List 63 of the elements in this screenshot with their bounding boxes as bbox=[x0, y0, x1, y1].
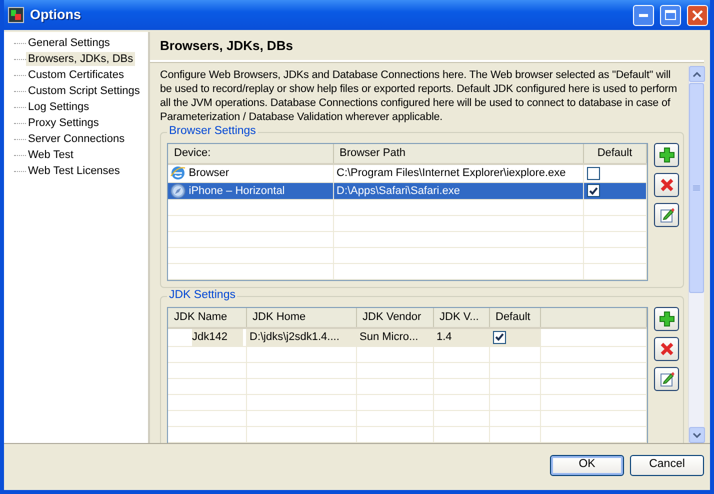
table-cell: D:\Apps\Safari\Safari.exe bbox=[333, 182, 583, 200]
panel-title: Browsers, JDKs, DBs bbox=[160, 37, 293, 56]
app-icon bbox=[8, 7, 24, 23]
table-cell: C:\Program Files\Internet Explorer\iexplore.exe bbox=[333, 164, 583, 182]
description-text: Configure Web Browsers, JDKs and Database Connections here. The Web browser selected as "Default" will be used to record/replay or show help files or exported reports. Default JDK configured here is used to perform all the JVM operations. Database Connections configured here will be used to connect to database in case of Parameterization / Database Validation wherever applicable. bbox=[160, 68, 678, 124]
edit-icon bbox=[658, 371, 674, 387]
minimize-button[interactable] bbox=[633, 4, 654, 26]
checkbox[interactable] bbox=[586, 184, 600, 198]
column-header[interactable]: Default bbox=[583, 144, 646, 164]
plus-icon bbox=[658, 147, 674, 163]
add-button[interactable] bbox=[654, 143, 679, 167]
group-label: Browser Settings bbox=[167, 124, 258, 138]
sidebar-item[interactable]: Proxy Settings bbox=[26, 116, 101, 130]
sidebar-item[interactable]: Web Test Licenses bbox=[26, 164, 122, 178]
edit-button[interactable] bbox=[654, 367, 679, 391]
scroll-thumb[interactable] bbox=[689, 83, 704, 293]
scrollbar[interactable] bbox=[688, 66, 704, 443]
close-button[interactable] bbox=[687, 4, 708, 26]
column-header[interactable]: JDK Home bbox=[246, 308, 356, 328]
edit-button[interactable] bbox=[654, 203, 679, 227]
caret-up-icon bbox=[693, 72, 701, 76]
grip-icon bbox=[693, 184, 700, 192]
delete-button[interactable] bbox=[654, 173, 679, 197]
maximize-button[interactable] bbox=[660, 4, 681, 26]
group-label: JDK Settings bbox=[167, 288, 238, 302]
add-button[interactable] bbox=[654, 307, 679, 331]
checkbox[interactable] bbox=[586, 166, 600, 180]
column-header[interactable]: Device: bbox=[168, 144, 333, 164]
delete-button[interactable] bbox=[654, 337, 679, 361]
table-cell: Sun Micro... bbox=[356, 328, 433, 346]
delete-icon bbox=[660, 342, 674, 356]
sidebar-item[interactable]: General Settings bbox=[26, 36, 112, 50]
column-header[interactable]: Default bbox=[489, 308, 540, 328]
sidebar-item[interactable]: Custom Certificates bbox=[26, 68, 126, 82]
edit-icon bbox=[658, 207, 674, 223]
sidebar-item[interactable]: Log Settings bbox=[26, 100, 92, 114]
column-header[interactable]: JDK V... bbox=[433, 308, 489, 328]
device-name: iPhone – Horizontal bbox=[188, 184, 285, 198]
compass-icon bbox=[170, 182, 186, 199]
device-name: Browser bbox=[188, 166, 230, 181]
close-icon bbox=[692, 10, 703, 20]
scroll-up-button[interactable] bbox=[689, 66, 705, 82]
checkbox[interactable] bbox=[492, 330, 506, 344]
minimize-icon bbox=[639, 14, 648, 16]
sidebar-item[interactable]: Browsers, JDKs, DBs bbox=[26, 52, 136, 66]
sidebar-item[interactable]: Web Test bbox=[26, 148, 76, 162]
ok-button[interactable]: OK bbox=[550, 454, 624, 476]
cancel-button[interactable]: Cancel bbox=[630, 454, 704, 476]
maximize-icon bbox=[665, 10, 676, 20]
table-cell: 1.4 bbox=[433, 328, 489, 346]
globe-icon bbox=[170, 165, 186, 181]
window-title: Options bbox=[30, 6, 82, 24]
column-header[interactable]: JDK Vendor bbox=[356, 308, 433, 328]
column-header[interactable]: JDK Name bbox=[168, 308, 246, 328]
sidebar-item[interactable]: Server Connections bbox=[26, 132, 127, 146]
sidebar-item[interactable]: Custom Script Settings bbox=[26, 84, 142, 98]
plus-icon bbox=[658, 311, 674, 327]
scroll-down-button[interactable] bbox=[689, 427, 705, 443]
caret-down-icon bbox=[693, 432, 701, 438]
table-cell: Jdk142 bbox=[168, 328, 246, 346]
column-header[interactable]: Browser Path bbox=[333, 144, 583, 164]
table-cell: D:\jdks\j2sdk1.4.... bbox=[246, 328, 356, 346]
delete-icon bbox=[660, 178, 674, 192]
